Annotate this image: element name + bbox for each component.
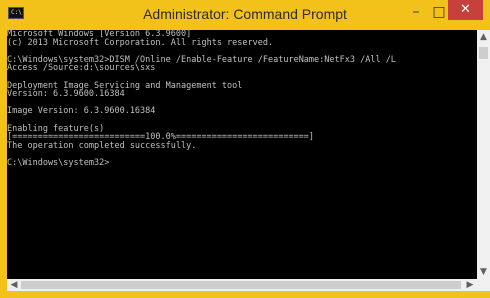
- vertical-scroll-thumb[interactable]: [479, 47, 488, 59]
- console-output[interactable]: Microsoft Windows [Version 6.3.9600] (c)…: [7, 30, 477, 279]
- command-prompt-window: C:\ Administrator: Command Prompt – □ ✕ …: [0, 0, 490, 298]
- close-button[interactable]: ✕: [448, 0, 483, 20]
- scroll-right-icon[interactable]: ▶: [463, 279, 477, 291]
- scroll-down-icon[interactable]: ▼: [477, 265, 490, 279]
- vertical-scrollbar[interactable]: ▲ ▼: [477, 30, 490, 279]
- scroll-up-icon[interactable]: ▲: [477, 30, 490, 44]
- horizontal-scrollbar[interactable]: ◀ ▶: [7, 279, 477, 291]
- maximize-button[interactable]: □: [429, 3, 449, 21]
- window-bottom-frame: [0, 291, 490, 298]
- title-bar[interactable]: C:\ Administrator: Command Prompt – □ ✕: [0, 0, 490, 30]
- scroll-left-icon[interactable]: ◀: [7, 279, 21, 291]
- minimize-button[interactable]: –: [406, 3, 426, 21]
- horizontal-scroll-thumb[interactable]: [21, 281, 461, 289]
- scrollbar-corner: [477, 279, 490, 291]
- console-text: Microsoft Windows [Version 6.3.9600] (c)…: [7, 30, 396, 168]
